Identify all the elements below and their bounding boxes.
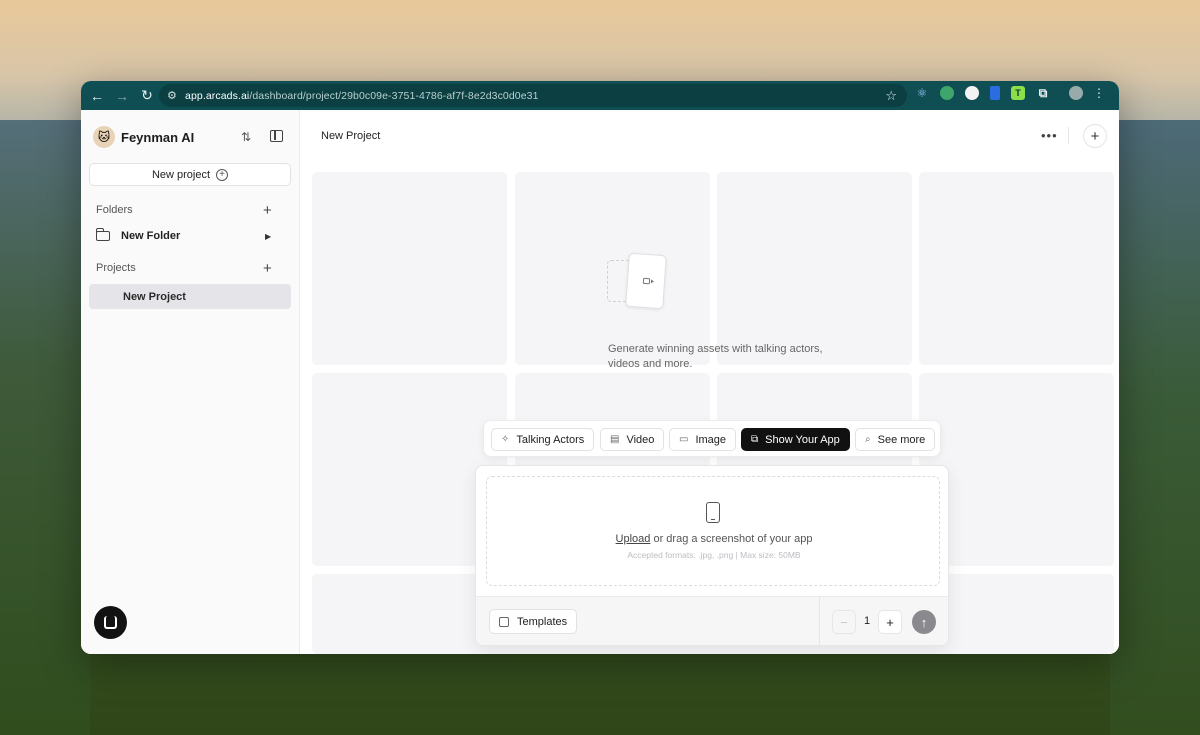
workspace-logo: 🐱 [93, 126, 115, 148]
arrow-up-icon: ↑ [920, 614, 928, 630]
url-text: app.arcads.ai/dashboard/project/29b0c09e… [185, 89, 539, 102]
search-icon: ⌕ [865, 434, 871, 445]
show-your-app-button[interactable]: ⧉ Show Your App [741, 428, 850, 451]
background-right [1110, 120, 1200, 735]
templates-button[interactable]: Templates [489, 609, 578, 634]
composer: Upload or drag a screenshot of your app … [475, 465, 949, 646]
sidebar: 🐱 Feynman AI ⇅ New project + Folders + N… [81, 110, 300, 654]
caret-right-icon[interactable]: ▶ [265, 232, 271, 241]
grid-tile [312, 172, 507, 365]
forward-icon[interactable]: → [110, 84, 134, 108]
mode-selector: ✧ Talking Actors ▤ Video ▭ Image ⧉ Show … [483, 420, 941, 457]
upload-text: or drag a screenshot of your app [650, 533, 813, 545]
site-settings-icon[interactable]: ⚙ [167, 89, 185, 102]
grid-tile [717, 172, 912, 365]
bookmark-star-icon[interactable]: ☆ [885, 88, 897, 104]
upload-link[interactable]: Upload [616, 533, 651, 545]
extension-green-icon[interactable] [940, 86, 954, 100]
image-icon: ▭ [679, 434, 689, 445]
empty-state-text: Generate winning assets with talking act… [608, 343, 823, 370]
projects-label: Projects [96, 262, 136, 274]
support-chat-button[interactable] [94, 606, 127, 639]
folder-item[interactable]: New Folder [95, 228, 181, 242]
talking-actors-button[interactable]: ✧ Talking Actors [491, 428, 595, 451]
add-project-button[interactable]: + [263, 261, 272, 276]
chevron-up-down-icon[interactable]: ⇅ [241, 130, 251, 144]
upload-dropzone[interactable]: Upload or drag a screenshot of your app … [486, 476, 940, 586]
folders-label: Folders [96, 204, 133, 216]
page-title: New Project [321, 130, 381, 142]
extensions-puzzle-icon[interactable]: ⧉ [1036, 86, 1050, 100]
video-button[interactable]: ▤ Video [600, 428, 665, 451]
extension-white-icon[interactable] [965, 86, 979, 100]
new-project-label: New project [151, 168, 211, 181]
footer-divider [819, 597, 820, 645]
templates-icon [499, 616, 509, 627]
back-icon[interactable]: ← [85, 84, 109, 108]
grid-tile [919, 172, 1114, 365]
folder-icon [95, 228, 110, 241]
video-card [625, 252, 667, 310]
profile-avatar[interactable] [1069, 86, 1083, 100]
see-more-button[interactable]: ⌕ See more [855, 428, 936, 451]
add-folder-button[interactable]: + [263, 203, 272, 218]
templates-label: Templates [517, 615, 568, 628]
image-button[interactable]: ▭ Image [669, 428, 737, 451]
mode-label: Video [626, 433, 655, 446]
mode-label: See more [877, 433, 926, 446]
browser-window: ← → ↻ ⚙ app.arcads.ai/dashboard/project/… [81, 81, 1119, 654]
increase-quantity-button[interactable]: + [878, 610, 902, 634]
header-divider [1068, 127, 1069, 144]
clapper-icon: ▤ [610, 434, 620, 445]
browser-toolbar: ← → ↻ ⚙ app.arcads.ai/dashboard/project/… [81, 81, 1119, 110]
app-screenshot-icon: ⧉ [751, 434, 759, 445]
main-content: New Project ••• + Generate winning asset… [301, 110, 1119, 654]
mode-label: Talking Actors [516, 433, 585, 446]
workspace-name: Feynman AI [121, 129, 195, 145]
empty-state-illustration [607, 252, 669, 310]
address-bar[interactable]: ⚙ app.arcads.ai/dashboard/project/29b0c0… [159, 84, 907, 107]
reload-icon[interactable]: ↻ [135, 84, 159, 108]
video-camera-icon [642, 277, 650, 285]
extension-blue-icon[interactable] [990, 86, 1000, 100]
extension-lime-icon[interactable]: T [1011, 86, 1025, 100]
sparkle-face-icon: ✧ [501, 434, 510, 445]
mode-label: Image [695, 433, 727, 446]
quantity-value: 1 [863, 615, 871, 627]
add-button[interactable]: + [1083, 124, 1107, 148]
decrease-quantity-button[interactable]: − [832, 610, 856, 634]
workspace-switcher[interactable]: 🐱 Feynman AI [93, 126, 194, 148]
mode-label: Show Your App [765, 433, 840, 446]
extensions: ⚛ T ⧉ ⋮ [915, 86, 1105, 100]
folder-label: New Folder [121, 230, 181, 242]
chat-icon [104, 616, 117, 629]
new-project-button[interactable]: New project + [89, 163, 291, 186]
more-options-icon[interactable]: ••• [1041, 128, 1058, 143]
upload-instructions: Upload or drag a screenshot of your app [487, 533, 941, 545]
background-left [0, 120, 90, 735]
plus-circle-icon: + [216, 168, 229, 181]
react-devtools-icon[interactable]: ⚛ [915, 86, 929, 100]
phone-icon [706, 502, 720, 523]
browser-menu-icon[interactable]: ⋮ [1093, 86, 1105, 100]
composer-footer: Templates − 1 + ↑ [476, 596, 948, 645]
project-item[interactable]: New Project [89, 284, 291, 309]
send-button[interactable]: ↑ [912, 610, 936, 634]
upload-format-hint: Accepted formats: .jpg, .png | Max size:… [627, 550, 801, 560]
sidebar-toggle-icon[interactable] [270, 130, 283, 142]
project-label: New Project [123, 290, 186, 303]
